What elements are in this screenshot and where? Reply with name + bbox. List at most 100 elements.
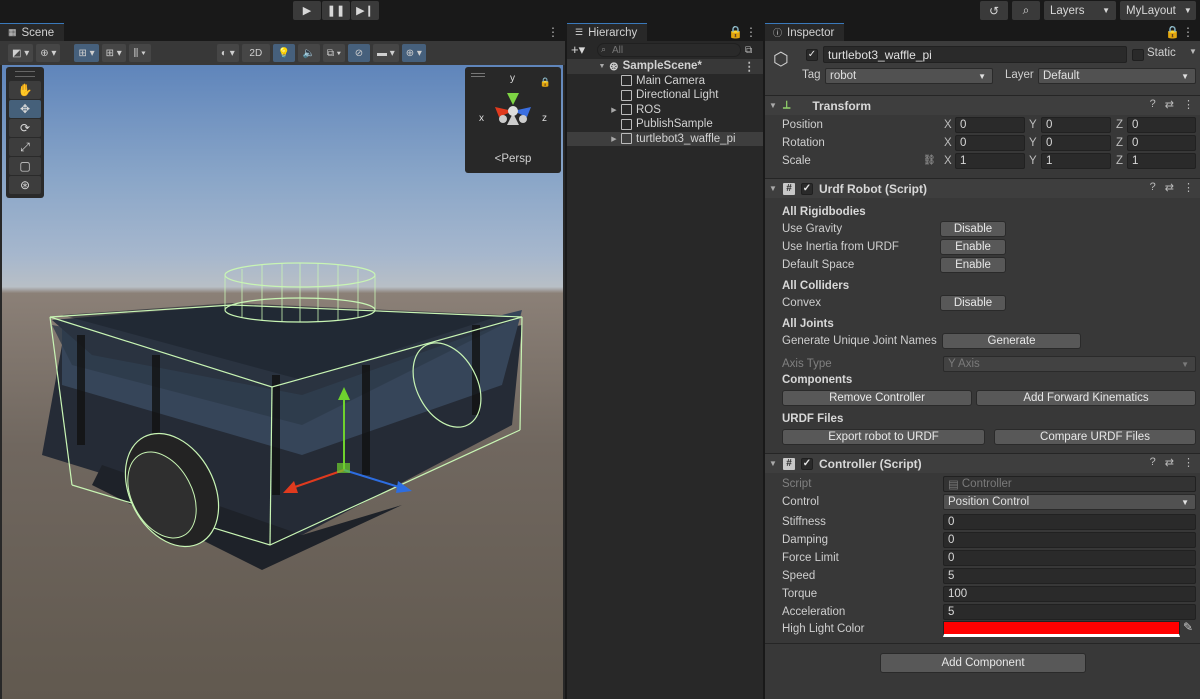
- rect-tool-icon[interactable]: ▢: [9, 157, 41, 175]
- active-checkbox[interactable]: ✓: [806, 49, 818, 61]
- field-value-input[interactable]: 100: [943, 586, 1196, 602]
- global-local-button[interactable]: ⊕ ▾: [36, 44, 61, 62]
- move-tool-icon[interactable]: ✥: [9, 100, 41, 118]
- eyedropper-icon[interactable]: ✎: [1183, 620, 1193, 634]
- camera-settings-button[interactable]: ▬ ▾: [372, 44, 399, 62]
- draw-mode-button[interactable]: ◩ ▾: [8, 44, 34, 62]
- field-value-input[interactable]: 0: [943, 550, 1196, 566]
- chevron-down-icon[interactable]: ▼: [1189, 47, 1197, 56]
- lighting-toggle-icon[interactable]: 💡: [272, 44, 295, 62]
- lock-icon[interactable]: 🔒: [1165, 25, 1180, 39]
- field-value-input[interactable]: 0: [943, 514, 1196, 530]
- generate-button[interactable]: Generate: [942, 333, 1081, 349]
- field-value-input[interactable]: 0: [943, 532, 1196, 548]
- more-menu-icon[interactable]: ⋮: [1182, 25, 1194, 39]
- fold-arrow-icon[interactable]: ▼: [769, 101, 777, 110]
- hierarchy-item[interactable]: ▶ turtlebot3_waffle_pi: [567, 131, 763, 146]
- field-value-input[interactable]: 5: [943, 604, 1196, 620]
- link-icon[interactable]: ⛓: [923, 155, 936, 166]
- field-value-input[interactable]: 5: [943, 568, 1196, 584]
- hand-tool-icon[interactable]: ✋: [9, 81, 41, 99]
- step-button[interactable]: ▶❙: [351, 1, 379, 20]
- rotate-tool-icon[interactable]: ⟳: [9, 119, 41, 137]
- shading-mode-button[interactable]: ◐ ▾: [216, 44, 239, 62]
- history-icon[interactable]: ↺: [980, 1, 1008, 20]
- axis-y-field[interactable]: 0: [1041, 135, 1111, 151]
- highlight-color-swatch[interactable]: [943, 621, 1180, 637]
- preset-icon[interactable]: ⇄: [1165, 98, 1174, 111]
- axis-x-field[interactable]: 1: [955, 153, 1025, 169]
- tab-inspector[interactable]: ⓘ Inspector: [765, 23, 845, 41]
- layer-dropdown[interactable]: Default ▼: [1038, 68, 1196, 84]
- axis-type-dropdown[interactable]: Y Axis ▼: [943, 356, 1196, 372]
- more-menu-icon[interactable]: ⋮: [745, 25, 757, 39]
- urdf-robot-header[interactable]: ▼ # ✓ Urdf Robot (Script) ? ⇄ ⋮: [765, 178, 1200, 198]
- controller-header[interactable]: ▼ # ✓ Controller (Script) ? ⇄ ⋮: [765, 453, 1200, 473]
- expand-arrow-icon[interactable]: ▶: [609, 106, 619, 114]
- preset-icon[interactable]: ⇄: [1165, 456, 1174, 469]
- gameobject-cube-icon[interactable]: ⬡: [773, 49, 795, 71]
- search-icon[interactable]: ⌕: [1012, 1, 1040, 20]
- palette-grip[interactable]: [15, 71, 35, 77]
- enabled-checkbox[interactable]: ✓: [801, 182, 813, 195]
- fold-arrow-icon[interactable]: ▼: [769, 184, 777, 193]
- expand-arrow-icon[interactable]: ▼: [597, 63, 607, 70]
- increment-snap-button[interactable]: ⫼ ▾: [128, 44, 151, 62]
- expand-arrow-icon[interactable]: ▶: [609, 135, 619, 143]
- filter-icon[interactable]: ⧉: [745, 45, 759, 56]
- remove-controller-button[interactable]: Remove Controller: [782, 390, 972, 406]
- effects-button[interactable]: ⧉ ▾: [322, 44, 345, 62]
- use-gravity-button[interactable]: Disable: [940, 221, 1006, 237]
- compare-urdf-button[interactable]: Compare URDF Files: [994, 429, 1196, 445]
- audio-toggle-icon[interactable]: 🔈: [297, 44, 320, 62]
- control-dropdown[interactable]: Position Control ▼: [943, 494, 1196, 510]
- gizmos-button[interactable]: ⊕ ▾: [401, 44, 426, 62]
- hierarchy-search-input[interactable]: ⌕ All: [597, 43, 741, 57]
- add-object-button[interactable]: +▾: [571, 42, 593, 58]
- axis-z-field[interactable]: 0: [1127, 135, 1196, 151]
- more-menu-icon[interactable]: ⋮: [1183, 98, 1194, 111]
- pause-button[interactable]: ❚❚: [322, 1, 350, 20]
- scene-viewport[interactable]: ✋ ✥ ⟳ ⤢ ▢ ⊛ 🔒 y x z <Persp: [2, 65, 563, 699]
- more-menu-icon[interactable]: ⋮: [1183, 456, 1194, 469]
- tag-dropdown[interactable]: robot ▼: [825, 68, 993, 84]
- use-inertia-button[interactable]: Enable: [940, 239, 1006, 255]
- help-icon[interactable]: ?: [1150, 98, 1156, 111]
- play-button[interactable]: ▶: [293, 1, 321, 20]
- add-component-button[interactable]: Add Component: [880, 653, 1086, 673]
- hidden-objects-icon[interactable]: ⊘: [347, 44, 370, 62]
- export-urdf-button[interactable]: Export robot to URDF: [782, 429, 985, 445]
- help-icon[interactable]: ?: [1150, 456, 1156, 469]
- object-name-field[interactable]: turtlebot3_waffle_pi: [823, 46, 1127, 63]
- help-icon[interactable]: ?: [1150, 181, 1156, 194]
- axis-z-field[interactable]: 1: [1127, 153, 1196, 169]
- more-menu-icon[interactable]: ⋮: [1183, 181, 1194, 194]
- hierarchy-item[interactable]: ▶ ROS: [567, 103, 763, 118]
- transform-header[interactable]: ▼ ⟂ Transform ? ⇄ ⋮: [765, 95, 1200, 115]
- layout-dropdown[interactable]: MyLayout ▼: [1120, 1, 1196, 20]
- grid-snap-button[interactable]: ⊞ ▾: [101, 44, 126, 62]
- axis-x-field[interactable]: 0: [955, 117, 1025, 133]
- default-space-button[interactable]: Enable: [940, 257, 1006, 273]
- tab-scene[interactable]: ▦ Scene: [0, 23, 65, 41]
- 2d-toggle[interactable]: 2D: [241, 44, 270, 62]
- lock-icon[interactable]: 🔒: [728, 25, 743, 39]
- scene-root-item[interactable]: ▼ ⊛ SampleScene* ⋮: [567, 59, 763, 74]
- enabled-checkbox[interactable]: ✓: [801, 457, 813, 470]
- more-menu-icon[interactable]: ⋮: [547, 25, 559, 39]
- axis-y-field[interactable]: 0: [1041, 117, 1111, 133]
- perspective-toggle[interactable]: <Persp: [465, 153, 561, 165]
- orientation-gizmo[interactable]: 🔒 y x z <Persp: [465, 67, 561, 173]
- scale-tool-icon[interactable]: ⤢: [9, 138, 41, 156]
- hierarchy-item[interactable]: Main Camera: [567, 74, 763, 89]
- add-forward-kinematics-button[interactable]: Add Forward Kinematics: [976, 390, 1196, 406]
- axis-x-field[interactable]: 0: [955, 135, 1025, 151]
- hierarchy-item[interactable]: PublishSample: [567, 117, 763, 132]
- preset-icon[interactable]: ⇄: [1165, 181, 1174, 194]
- layers-dropdown[interactable]: Layers ▼: [1044, 1, 1116, 20]
- transform-tool-icon[interactable]: ⊛: [9, 176, 41, 194]
- fold-arrow-icon[interactable]: ▼: [769, 459, 777, 468]
- hierarchy-item[interactable]: Directional Light: [567, 88, 763, 103]
- axis-y-field[interactable]: 1: [1041, 153, 1111, 169]
- tab-hierarchy[interactable]: ☰ Hierarchy: [567, 23, 648, 41]
